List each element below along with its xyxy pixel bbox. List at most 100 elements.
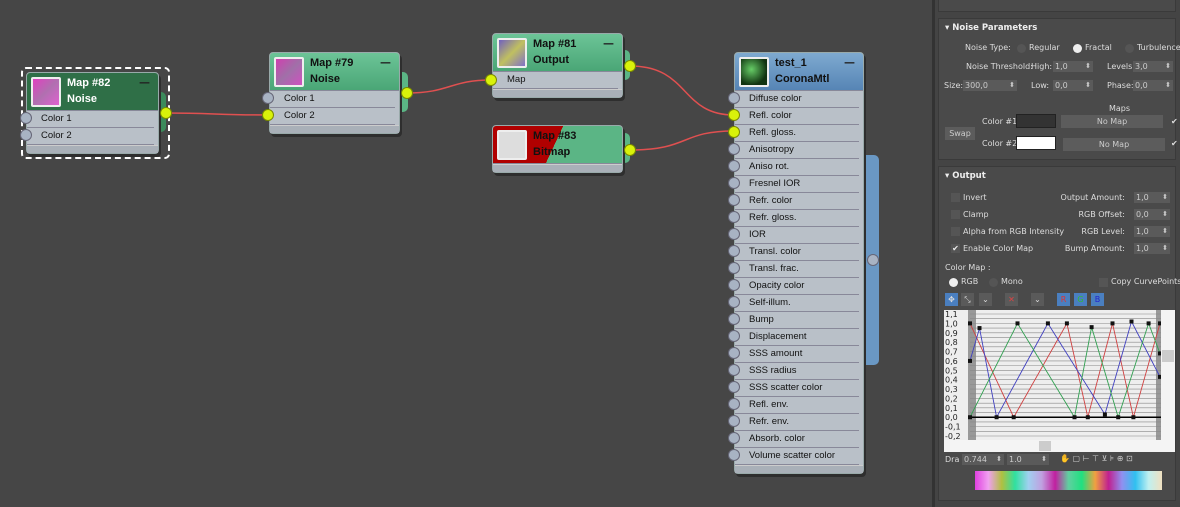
socket-in[interactable]: [728, 449, 740, 461]
input-color1[interactable]: Color 1: [270, 91, 395, 108]
input-slot[interactable]: Refr. color: [735, 193, 859, 210]
input-slot[interactable]: Refl. gloss.: [735, 125, 859, 142]
socket-in[interactable]: [20, 112, 32, 124]
socket-in[interactable]: [728, 228, 740, 240]
socket-in[interactable]: [728, 330, 740, 342]
socket-in[interactable]: [728, 211, 740, 223]
socket-in[interactable]: [262, 92, 274, 104]
node-graph-canvas[interactable]: Map #82 Noise — Color 1 Color 2 Map #79 Noi…: [0, 0, 932, 507]
curve-point[interactable]: [1131, 415, 1136, 420]
socket-out[interactable]: [401, 87, 413, 99]
green-channel-button[interactable]: G: [1074, 293, 1087, 306]
socket-in[interactable]: [728, 109, 740, 121]
color2-map-checkbox[interactable]: ✔: [1171, 139, 1178, 148]
input-slot[interactable]: IOR: [735, 227, 859, 244]
socket-in[interactable]: [728, 279, 740, 291]
input-slot[interactable]: Refr. gloss.: [735, 210, 859, 227]
input-slot[interactable]: Aniso rot.: [735, 159, 859, 176]
input-slot[interactable]: SSS radius: [735, 363, 859, 380]
horizontal-scrollbar[interactable]: [944, 440, 1175, 452]
socket-in[interactable]: [728, 432, 740, 444]
input-slot[interactable]: Transl. color: [735, 244, 859, 261]
scrollbar-thumb[interactable]: [1039, 441, 1051, 451]
input-color2[interactable]: Color 2: [270, 108, 395, 125]
rgb-level-spinner[interactable]: 1,0: [1134, 226, 1170, 237]
socket-in[interactable]: [728, 313, 740, 325]
curve-point[interactable]: [1045, 321, 1050, 326]
size-spinner[interactable]: 300,0: [963, 80, 1017, 91]
socket-in[interactable]: [728, 262, 740, 274]
phase-spinner[interactable]: 0,0: [1133, 80, 1173, 91]
curve-point[interactable]: [1085, 415, 1090, 420]
move-tool-icon[interactable]: ✥: [945, 293, 958, 306]
radio-regular[interactable]: [1017, 44, 1026, 53]
node-map81[interactable]: Map #81 Output — Map: [492, 33, 623, 98]
color1-swatch[interactable]: [1016, 114, 1056, 128]
input-slot[interactable]: Displacement: [735, 329, 859, 346]
curve-point[interactable]: [977, 326, 982, 331]
curve-point[interactable]: [1064, 321, 1069, 326]
socket-in[interactable]: [728, 92, 740, 104]
input-slot[interactable]: Refr. env.: [735, 414, 859, 431]
point-x-field[interactable]: 0.744: [962, 454, 1004, 465]
curve-point[interactable]: [1011, 415, 1016, 420]
input-slot[interactable]: Anisotropy: [735, 142, 859, 159]
node-map83[interactable]: Map #83 Bitmap: [492, 125, 623, 173]
input-slot[interactable]: Refl. env.: [735, 397, 859, 414]
minimize-button[interactable]: —: [380, 56, 391, 69]
clamp-checkbox[interactable]: [951, 210, 960, 219]
socket-in[interactable]: [728, 194, 740, 206]
curve-point[interactable]: [1110, 321, 1115, 326]
curve-point[interactable]: [1089, 325, 1094, 330]
delete-point-icon[interactable]: ✕: [1005, 293, 1018, 306]
socket-out[interactable]: [624, 144, 636, 156]
curve-point[interactable]: [1015, 321, 1020, 326]
input-slot[interactable]: Transl. frac.: [735, 261, 859, 278]
scale-point-icon[interactable]: ⤡: [961, 293, 974, 306]
socket-out[interactable]: [624, 60, 636, 72]
socket-out[interactable]: [160, 107, 172, 119]
vertical-scrollbar[interactable]: [1161, 310, 1175, 440]
input-slot[interactable]: Fresnel IOR: [735, 176, 859, 193]
red-channel-button[interactable]: R: [1057, 293, 1070, 306]
view-tools-icons[interactable]: ✋ ▢ ⊢ ⊤ ⊻ ⊧ ⊕ ⊡: [1060, 454, 1133, 463]
color2-map-button[interactable]: No Map: [1063, 138, 1165, 151]
socket-in[interactable]: [728, 415, 740, 427]
input-slot[interactable]: Absorb. color: [735, 431, 859, 448]
scrollbar-thumb[interactable]: [1162, 350, 1174, 362]
curve-point[interactable]: [1129, 319, 1134, 324]
node-material[interactable]: test_1 CoronaMtl — Diffuse color Refl. colo…: [734, 52, 864, 474]
input-map[interactable]: Map: [493, 72, 618, 89]
curve-point[interactable]: [1102, 412, 1107, 417]
color1-map-checkbox[interactable]: ✔: [1171, 117, 1178, 126]
socket-in[interactable]: [728, 143, 740, 155]
socket-in[interactable]: [728, 364, 740, 376]
swap-button[interactable]: Swap: [945, 127, 975, 140]
input-slot[interactable]: SSS scatter color: [735, 380, 859, 397]
minimize-button[interactable]: —: [139, 76, 150, 89]
minimize-button[interactable]: —: [844, 56, 855, 69]
insert-point-icon[interactable]: ⌄: [979, 293, 992, 306]
input-slot[interactable]: Refl. color: [735, 108, 859, 125]
high-spinner[interactable]: 1,0: [1053, 61, 1093, 72]
color1-map-button[interactable]: No Map: [1061, 115, 1163, 128]
node-map79[interactable]: Map #79 Noise — Color 1 Color 2: [269, 52, 400, 134]
socket-out[interactable]: [867, 254, 879, 266]
curve-editor[interactable]: 1,1 1,0 0,9 0,8 0,7 0,6 0,5 0,4 0,3 0,2 0,1 0,0 -0,1…: [944, 310, 1175, 452]
socket-in[interactable]: [262, 109, 274, 121]
socket-in[interactable]: [728, 126, 740, 138]
enable-color-map-checkbox[interactable]: ✔: [951, 244, 960, 253]
low-spinner[interactable]: 0,0: [1053, 80, 1093, 91]
socket-in[interactable]: [728, 347, 740, 359]
radio-mono[interactable]: [989, 278, 998, 287]
point-y-field[interactable]: 1.0: [1007, 454, 1049, 465]
socket-in[interactable]: [728, 160, 740, 172]
invert-checkbox[interactable]: [951, 193, 960, 202]
blue-channel-button[interactable]: B: [1091, 293, 1104, 306]
rollout-title[interactable]: ▾ Output: [939, 167, 1175, 185]
curve-point[interactable]: [994, 415, 999, 420]
input-color2[interactable]: Color 2: [27, 128, 154, 145]
output-amount-spinner[interactable]: 1,0: [1134, 192, 1170, 203]
socket-in[interactable]: [728, 398, 740, 410]
curve-point[interactable]: [968, 358, 972, 363]
